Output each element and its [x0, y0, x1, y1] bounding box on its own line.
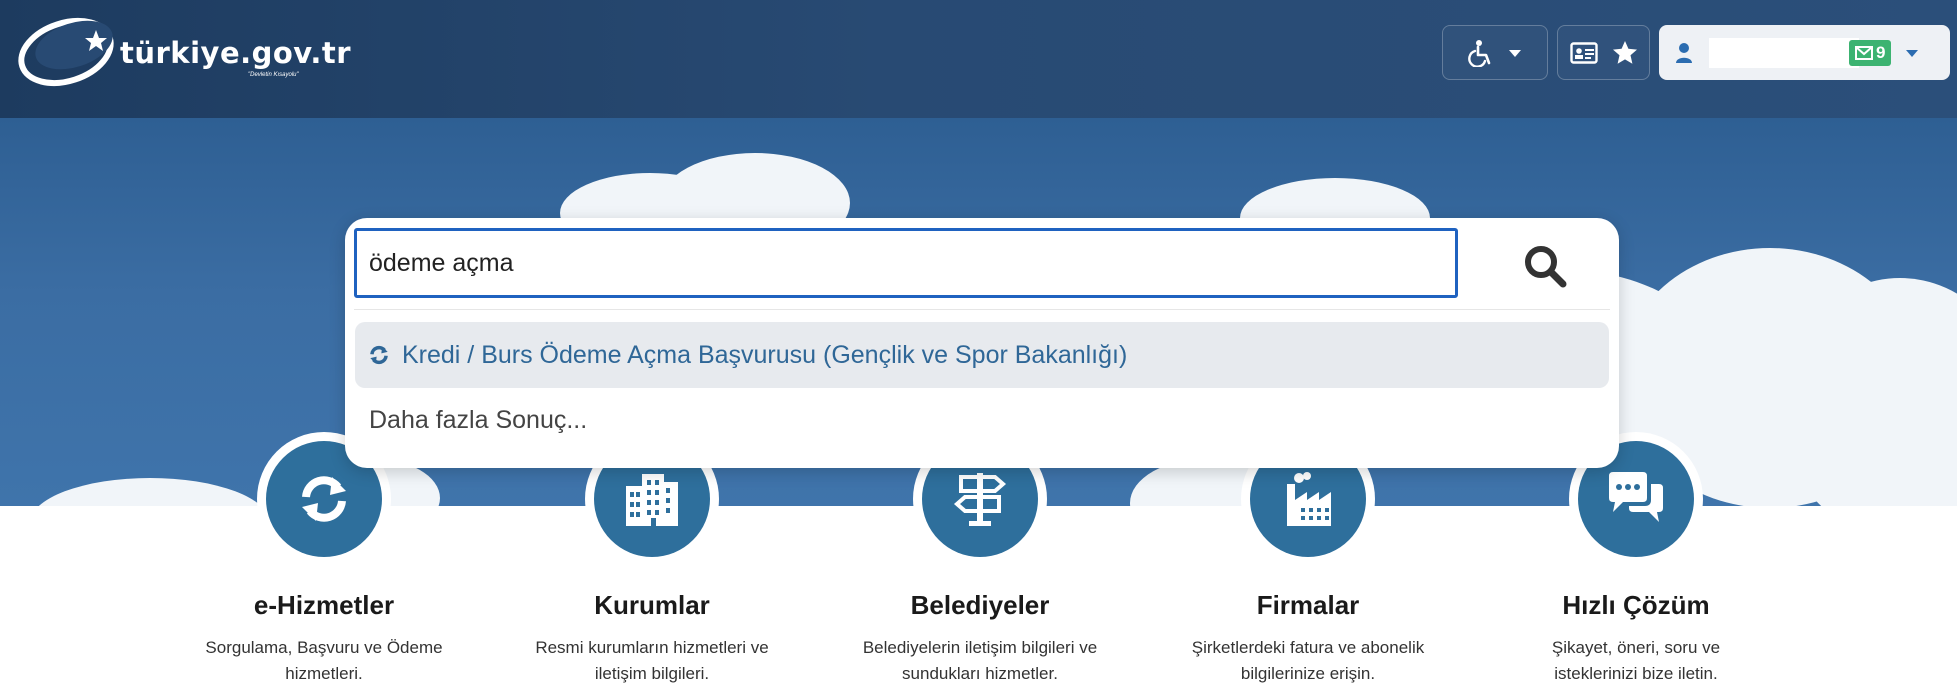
logo-motto: "Devletin Kısayolu": [248, 72, 299, 78]
feature-title: Kurumlar: [594, 590, 710, 620]
message-count: 9: [1876, 42, 1886, 62]
factory-icon: [1287, 472, 1331, 526]
chevron-down-icon: [1509, 49, 1521, 57]
site-logo[interactable]: türkiye.gov.tr "Devletin Kısayolu": [16, 12, 356, 92]
accessibility-button[interactable]: [1442, 25, 1548, 80]
feature-description: Belediyelerin iletişim bilgileri ve sund…: [862, 638, 1098, 683]
feature-title: Hızlı Çözüm: [1562, 590, 1710, 620]
more-results-link[interactable]: Daha fazla Sonuç...: [369, 406, 587, 435]
feature-description: Sorgulama, Başvuru ve Ödeme hizmetleri.: [205, 638, 443, 683]
feature-description: Şirketlerdeki fatura ve abonelik bilgile…: [1191, 638, 1425, 683]
search-input[interactable]: [354, 228, 1458, 298]
site-header: türkiye.gov.tr "Devletin Kısayolu" 9: [0, 0, 1957, 118]
feature-title: Firmalar: [1256, 590, 1360, 620]
feature-title: Belediyeler: [910, 590, 1050, 620]
search-panel: Kredi / Burs Ödeme Açma Başvurusu (Gençl…: [345, 218, 1619, 468]
feature-title: e-Hizmetler: [253, 590, 395, 620]
wheelchair-icon: [1468, 39, 1491, 67]
user-icon: [1676, 42, 1692, 63]
search-suggestion-item[interactable]: Kredi / Burs Ödeme Açma Başvurusu (Gençl…: [355, 322, 1609, 388]
divider: [354, 309, 1610, 310]
crescent-star-logo-icon: [18, 17, 114, 87]
user-name-placeholder: [1709, 37, 1859, 68]
suggestion-label: Kredi / Burs Ödeme Açma Başvurusu (Gençl…: [402, 340, 1128, 369]
building-icon: [626, 474, 678, 526]
cloud-decoration: [30, 478, 270, 506]
logo-text: türkiye.gov.tr: [120, 36, 352, 70]
search-button[interactable]: [1517, 238, 1573, 294]
refresh-icon: [302, 476, 346, 522]
signpost-icon: [953, 473, 1007, 526]
id-card-icon: [1569, 41, 1598, 64]
favorites-button[interactable]: [1557, 25, 1650, 80]
envelope-icon: [1855, 45, 1873, 60]
user-menu-button[interactable]: 9: [1659, 25, 1950, 80]
feature-description: Şikayet, öneri, soru ve isteklerinizi bi…: [1551, 638, 1721, 683]
refresh-icon: [370, 345, 388, 365]
chevron-down-icon: [1906, 49, 1919, 57]
chat-icon: [1609, 472, 1663, 522]
star-icon: [1612, 41, 1637, 64]
search-icon: [1525, 246, 1567, 288]
message-badge[interactable]: 9: [1849, 39, 1892, 66]
feature-description: Resmi kurumların hizmetleri ve iletişim …: [535, 638, 769, 683]
